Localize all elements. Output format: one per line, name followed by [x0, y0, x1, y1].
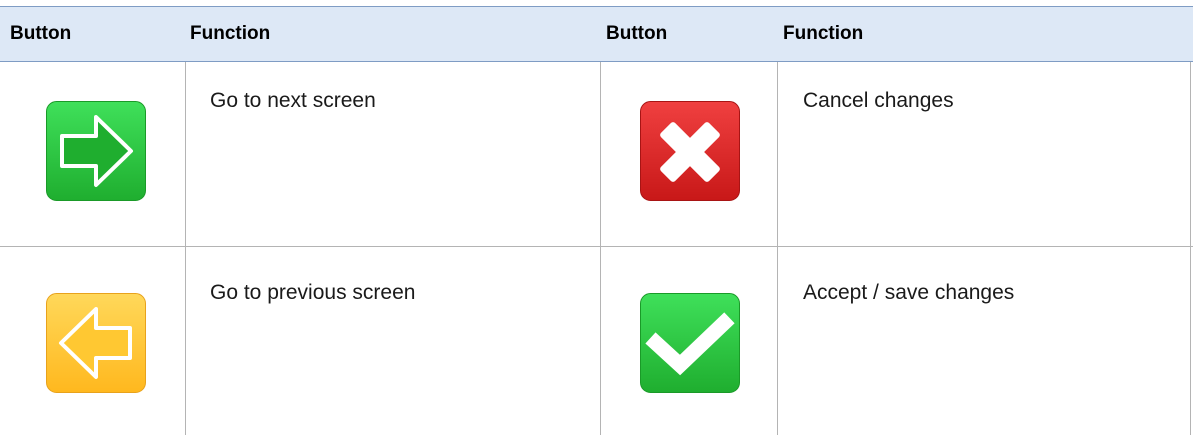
- header-function-2: Function: [783, 23, 864, 44]
- column-divider-1: [185, 62, 186, 435]
- function-go-next: Go to next screen: [210, 89, 376, 112]
- table-header-row: Button Function Button Function: [0, 6, 1193, 62]
- header-function-1: Function: [190, 23, 271, 44]
- button-function-table: Button Function Button Function Go to ne…: [0, 0, 1193, 435]
- previous-arrow-icon: [46, 293, 146, 393]
- header-button-2: Button: [606, 23, 668, 44]
- next-arrow-icon: [46, 101, 146, 201]
- checkmark-icon: [640, 293, 740, 393]
- column-divider-2: [600, 62, 601, 435]
- column-divider-4: [1190, 62, 1191, 435]
- row-divider: [0, 246, 1193, 247]
- function-cancel: Cancel changes: [803, 89, 954, 112]
- cancel-x-icon: [640, 101, 740, 201]
- header-button-1: Button: [10, 23, 72, 44]
- function-accept-save: Accept / save changes: [803, 281, 1015, 304]
- column-divider-3: [777, 62, 778, 435]
- function-go-previous: Go to previous screen: [210, 281, 416, 304]
